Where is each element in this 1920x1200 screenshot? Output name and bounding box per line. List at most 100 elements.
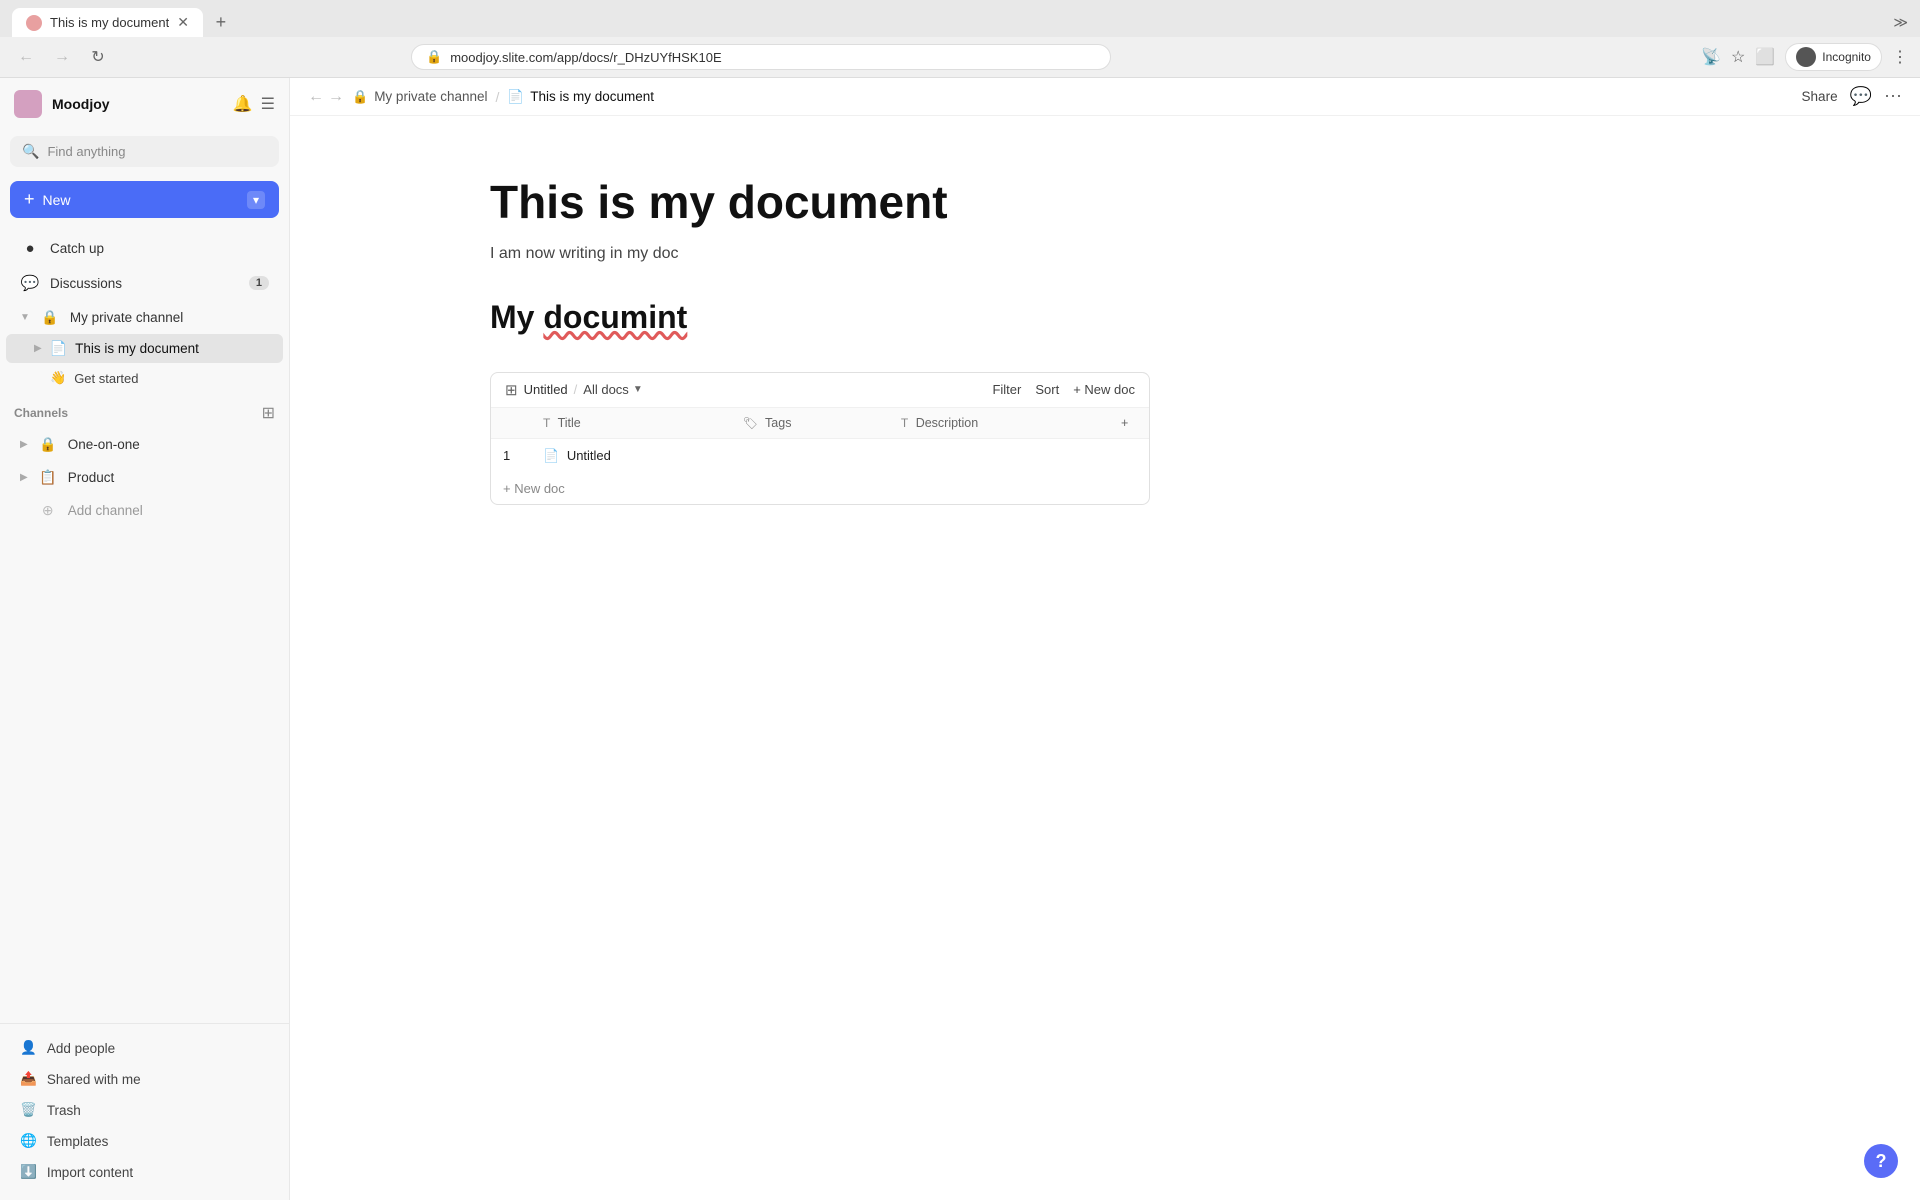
topbar-actions: Share 💬 ⋯ xyxy=(1802,86,1902,107)
new-tab-button[interactable]: + xyxy=(207,9,235,37)
row-description[interactable] xyxy=(889,438,1109,473)
address-field[interactable]: 🔒 moodjoy.slite.com/app/docs/r_DHzUYfHSK… xyxy=(411,44,1111,70)
widget-alldocs-label: All docs xyxy=(583,382,629,397)
tab-expand-button[interactable]: ≫ xyxy=(1893,14,1908,31)
sidebar-item-trash[interactable]: 🗑️ Trash xyxy=(6,1095,283,1125)
widget-db-title[interactable]: Untitled xyxy=(524,382,568,397)
this-doc-icon: 📄 xyxy=(50,340,67,357)
breadcrumb-doc[interactable]: 📄 This is my document xyxy=(507,89,654,105)
sidebar-item-add-channel[interactable]: ▶ ⊕ Add channel xyxy=(6,494,283,526)
sidebar-item-add-people[interactable]: 👤 Add people xyxy=(6,1033,283,1063)
lock-icon: 🔒 xyxy=(426,49,442,65)
refresh-button[interactable]: ↻ xyxy=(84,43,112,71)
topbar-forward-button[interactable]: → xyxy=(328,88,344,106)
channels-section-action-icon[interactable]: ⊞ xyxy=(262,403,275,423)
topbar-back-button[interactable]: ← xyxy=(308,88,324,106)
new-button[interactable]: + New ▾ xyxy=(10,181,279,218)
cast-icon[interactable]: 📡 xyxy=(1701,47,1721,67)
incognito-avatar-icon xyxy=(1796,47,1816,67)
breadcrumb-separator: / xyxy=(496,89,500,105)
tags-col-icon: 🏷 xyxy=(743,416,758,430)
breadcrumb-channel[interactable]: 🔒 My private channel xyxy=(352,89,488,105)
sidebar-item-import-content[interactable]: ⬇️ Import content xyxy=(6,1157,283,1187)
more-options-icon[interactable]: ⋯ xyxy=(1884,86,1902,107)
widget-alldocs-dropdown[interactable]: All docs ▼ xyxy=(583,382,642,397)
private-channel-expand-icon: ▼ xyxy=(20,312,30,323)
doc-content: This is my document I am now writing in … xyxy=(290,116,1920,1200)
sidebar-item-private-channel[interactable]: ▼ 🔒 My private channel xyxy=(6,301,283,333)
col-num xyxy=(491,408,531,439)
topbar: ← → 🔒 My private channel / 📄 This is my … xyxy=(290,78,1920,116)
widget-sort-button[interactable]: Sort xyxy=(1035,382,1059,397)
widget-filter-button[interactable]: Filter xyxy=(992,382,1021,397)
doc-subtitle[interactable]: I am now writing in my doc xyxy=(490,245,1720,263)
this-doc-expand-icon: ▶ xyxy=(34,343,42,354)
extensions-icon[interactable]: ⬜ xyxy=(1755,47,1775,67)
row-num: 1 xyxy=(491,438,531,473)
share-button[interactable]: Share xyxy=(1802,89,1838,104)
widget-table-header: T Title 🏷 Tags T Description + xyxy=(491,408,1149,439)
tab-close-button[interactable]: ✕ xyxy=(177,14,189,31)
trash-icon: 🗑️ xyxy=(20,1102,37,1118)
widget-new-doc-button[interactable]: + New doc xyxy=(1073,382,1135,397)
sidebar-item-product[interactable]: ▶ 📋 Product xyxy=(6,461,283,493)
private-channel-lock-icon: 🔒 xyxy=(40,307,60,327)
incognito-badge[interactable]: Incognito xyxy=(1785,43,1882,71)
sidebar-item-one-on-one[interactable]: ▶ 🔒 One-on-one xyxy=(6,428,283,460)
notifications-icon[interactable]: 🔔 xyxy=(233,94,253,114)
add-people-icon: 👤 xyxy=(20,1040,37,1056)
row-add xyxy=(1109,438,1149,473)
browser-chrome: This is my document ✕ + ≫ ← → ↻ 🔒 moodjo… xyxy=(0,0,1920,78)
widget-toolbar-right: Filter Sort + New doc xyxy=(992,382,1135,397)
active-tab[interactable]: This is my document ✕ xyxy=(12,8,203,37)
search-placeholder: Find anything xyxy=(47,144,125,159)
search-bar[interactable]: 🔍 Find anything xyxy=(10,136,279,167)
widget-table-body: 1 📄 Untitled xyxy=(491,438,1149,473)
app: Moodjoy 🔔 ☰ 🔍 Find anything + New ▾ ● Ca… xyxy=(0,78,1920,1200)
widget-footer-label: + New doc xyxy=(503,481,565,496)
catch-up-icon: ● xyxy=(20,238,40,258)
back-button[interactable]: ← xyxy=(12,43,40,71)
comment-icon[interactable]: 💬 xyxy=(1850,86,1872,107)
sidebar-item-discussions[interactable]: 💬 Discussions 1 xyxy=(6,266,283,300)
new-dropdown-arrow[interactable]: ▾ xyxy=(247,191,265,209)
widget-new-doc-label: + New doc xyxy=(1073,382,1135,397)
sidebar-item-catch-up[interactable]: ● Catch up xyxy=(6,231,283,265)
workspace-name: Moodjoy xyxy=(52,96,223,112)
doc-title[interactable]: This is my document xyxy=(490,176,1720,229)
row-title[interactable]: 📄 Untitled xyxy=(531,438,731,473)
forward-button[interactable]: → xyxy=(48,43,76,71)
new-plus-icon: + xyxy=(24,189,35,210)
one-on-one-icon: 🔒 xyxy=(38,434,58,454)
doc-heading[interactable]: My documint xyxy=(490,299,687,336)
bookmark-icon[interactable]: ☆ xyxy=(1731,47,1745,67)
workspace-avatar xyxy=(14,90,42,118)
discussions-badge: 1 xyxy=(249,276,269,290)
browser-actions: 📡 ☆ ⬜ Incognito ⋮ xyxy=(1701,43,1908,71)
sidebar-item-templates[interactable]: 🌐 Templates xyxy=(6,1126,283,1156)
table-row[interactable]: 1 📄 Untitled xyxy=(491,438,1149,473)
sidebar-item-this-doc[interactable]: ▶ 📄 This is my document xyxy=(6,334,283,363)
sidebar-header: Moodjoy 🔔 ☰ xyxy=(0,78,289,130)
row-doc-icon: 📄 xyxy=(543,448,559,463)
tab-bar: This is my document ✕ + ≫ xyxy=(0,0,1920,37)
menu-icon[interactable]: ⋮ xyxy=(1892,47,1908,67)
one-on-one-expand-icon: ▶ xyxy=(20,439,28,450)
desc-col-icon: T xyxy=(901,416,908,430)
col-tags: 🏷 Tags xyxy=(731,408,889,439)
widget-footer-new-doc[interactable]: + New doc xyxy=(491,473,1149,504)
get-started-icon: 👋 xyxy=(50,370,66,386)
sidebar-item-get-started[interactable]: 👋 Get started xyxy=(6,364,283,392)
tab-favicon xyxy=(26,15,42,31)
shared-with-me-label: Shared with me xyxy=(47,1072,141,1087)
shared-with-me-icon: 📤 xyxy=(20,1071,37,1087)
col-title: T Title xyxy=(531,408,731,439)
sidebar-nav: ● Catch up 💬 Discussions 1 ▼ 🔒 My privat… xyxy=(0,226,289,1023)
help-bubble[interactable]: ? xyxy=(1864,1144,1898,1178)
sidebar-item-shared-with-me[interactable]: 📤 Shared with me xyxy=(6,1064,283,1094)
row-tags[interactable] xyxy=(731,438,889,473)
get-started-label: Get started xyxy=(74,371,138,386)
col-add-button[interactable]: + xyxy=(1109,408,1149,439)
one-on-one-label: One-on-one xyxy=(68,437,269,452)
sidebar-toggle-icon[interactable]: ☰ xyxy=(261,94,275,114)
